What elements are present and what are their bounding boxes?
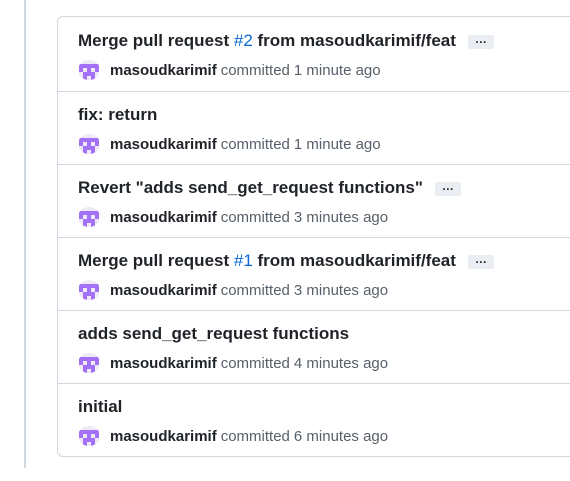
commit-title-line: Merge pull request #1 from masoudkarimif… xyxy=(78,251,494,271)
commit-author[interactable]: masoudkarimif xyxy=(110,282,217,299)
commit-meta: masoudkarimif committed 1 minute ago xyxy=(78,60,381,80)
commit-title-line: adds send_get_request functions xyxy=(78,324,349,344)
expand-description-button[interactable]: … xyxy=(467,253,494,269)
identicon-avatar-icon[interactable] xyxy=(78,280,100,300)
commit-row: Revert "adds send_get_request functions"… xyxy=(58,164,570,237)
commit-time: 1 minute ago xyxy=(293,61,381,79)
commit-meta: masoudkarimif committed 3 minutes ago xyxy=(78,280,388,300)
identicon-avatar-icon[interactable] xyxy=(78,60,100,80)
commit-author[interactable]: masoudkarimif xyxy=(110,62,217,79)
commit-action: committed xyxy=(220,354,290,372)
commit-row: Merge pull request #1 from masoudkarimif… xyxy=(58,237,570,310)
expand-description-button[interactable]: … xyxy=(467,33,494,49)
commit-action: committed xyxy=(220,61,290,79)
commit-author[interactable]: masoudkarimif xyxy=(110,136,217,153)
commit-title-line: fix: return xyxy=(78,105,157,125)
commit-title[interactable]: adds send_get_request functions xyxy=(78,324,349,344)
commit-row: Merge pull request #2 from masoudkarimif… xyxy=(58,17,570,91)
commit-time: 1 minute ago xyxy=(293,135,381,153)
commit-list: Merge pull request #2 from masoudkarimif… xyxy=(57,16,570,457)
identicon-avatar-icon[interactable] xyxy=(78,426,100,446)
commit-time: 3 minutes ago xyxy=(293,208,389,226)
commit-author[interactable]: masoudkarimif xyxy=(110,355,217,372)
timeline-line xyxy=(24,0,26,468)
commit-title-prefix: Merge pull request xyxy=(78,251,234,270)
commit-action: committed xyxy=(220,281,290,299)
pr-link[interactable]: #2 xyxy=(234,31,253,50)
commit-author[interactable]: masoudkarimif xyxy=(110,428,217,445)
commit-title-suffix: from masoudkarimif/feat xyxy=(252,251,456,270)
pr-link[interactable]: #1 xyxy=(234,251,253,270)
expand-description-button[interactable]: … xyxy=(434,180,461,196)
commit-title-line: Merge pull request #2 from masoudkarimif… xyxy=(78,31,494,51)
commit-title-prefix: Merge pull request xyxy=(78,31,234,50)
commit-title[interactable]: Merge pull request #2 from masoudkarimif… xyxy=(78,31,456,51)
commit-action: committed xyxy=(220,135,290,153)
commit-meta: masoudkarimif committed 3 minutes ago xyxy=(78,207,388,227)
commit-row: adds send_get_request functions masoudka… xyxy=(58,310,570,383)
commit-time: 3 minutes ago xyxy=(293,281,389,299)
identicon-avatar-icon[interactable] xyxy=(78,353,100,373)
commit-row: fix: return masoudkarimif committed 1 mi… xyxy=(58,91,570,164)
commit-meta: masoudkarimif committed 1 minute ago xyxy=(78,134,381,154)
commit-title-line: initial xyxy=(78,397,122,417)
commit-title-line: Revert "adds send_get_request functions"… xyxy=(78,178,461,198)
commit-title[interactable]: initial xyxy=(78,397,122,417)
commit-author[interactable]: masoudkarimif xyxy=(110,209,217,226)
commit-time: 6 minutes ago xyxy=(293,427,389,445)
identicon-avatar-icon[interactable] xyxy=(78,134,100,154)
commit-time: 4 minutes ago xyxy=(293,354,389,372)
commit-title[interactable]: Merge pull request #1 from masoudkarimif… xyxy=(78,251,456,271)
commit-meta: masoudkarimif committed 4 minutes ago xyxy=(78,353,388,373)
commit-meta: masoudkarimif committed 6 minutes ago xyxy=(78,426,388,446)
commit-title[interactable]: Revert "adds send_get_request functions" xyxy=(78,178,423,198)
commit-row: initial masoudkarimif committed 6 minute… xyxy=(58,383,570,456)
identicon-avatar-icon[interactable] xyxy=(78,207,100,227)
commit-action: committed xyxy=(220,427,290,445)
commit-title-suffix: from masoudkarimif/feat xyxy=(252,31,456,50)
commit-title[interactable]: fix: return xyxy=(78,105,157,125)
commit-action: committed xyxy=(220,208,290,226)
